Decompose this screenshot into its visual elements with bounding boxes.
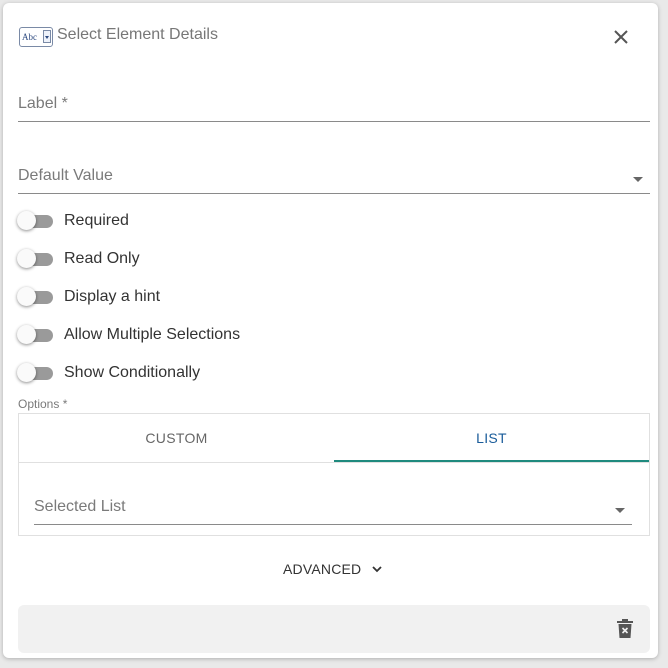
dropdown-arrow-icon xyxy=(615,508,625,513)
toggle-row-display-hint: Display a hint xyxy=(17,286,160,308)
delete-button[interactable] xyxy=(616,619,634,639)
tab-list[interactable]: LIST xyxy=(334,414,649,462)
selected-list-select[interactable]: Selected List xyxy=(34,498,632,525)
options-tabs: CUSTOM LIST xyxy=(19,414,649,463)
display-hint-toggle[interactable] xyxy=(17,287,55,307)
allow-multiple-selections-toggle[interactable] xyxy=(17,325,55,345)
read-only-toggle[interactable] xyxy=(17,249,55,269)
default-value-select[interactable]: Default Value xyxy=(18,167,650,194)
trash-icon xyxy=(617,619,633,638)
toggle-row-allow-multiple: Allow Multiple Selections xyxy=(17,324,240,346)
advanced-toggle-button[interactable]: ADVANCED xyxy=(283,559,387,579)
toggle-row-show-conditionally: Show Conditionally xyxy=(17,362,200,384)
toggle-row-read-only: Read Only xyxy=(17,248,140,270)
toggle-label: Display a hint xyxy=(64,288,161,305)
toggle-label: Required xyxy=(64,212,129,229)
close-button[interactable] xyxy=(609,25,633,49)
chevron-down-icon xyxy=(372,566,382,573)
toggle-label: Show Conditionally xyxy=(64,364,201,381)
tab-custom[interactable]: CUSTOM xyxy=(19,414,334,462)
label-field-placeholder: Label * xyxy=(18,95,68,112)
select-element-dialog: Abc Select Element Details Label * Defau… xyxy=(3,3,658,658)
options-label: Options * xyxy=(18,397,68,411)
dialog-title: Select Element Details xyxy=(57,26,218,43)
label-field[interactable]: Label * xyxy=(18,95,650,122)
advanced-label: ADVANCED xyxy=(283,561,362,577)
select-element-icon: Abc xyxy=(19,27,53,47)
active-tab-indicator xyxy=(334,460,649,462)
default-value-placeholder: Default Value xyxy=(18,167,113,184)
show-conditionally-toggle[interactable] xyxy=(17,363,55,383)
dropdown-arrow-icon xyxy=(633,177,643,182)
toggle-label: Allow Multiple Selections xyxy=(64,326,241,343)
options-panel: CUSTOM LIST Selected List xyxy=(18,413,650,536)
toggle-row-required: Required xyxy=(17,210,129,232)
close-icon xyxy=(614,30,628,44)
required-toggle[interactable] xyxy=(17,211,55,231)
selected-list-placeholder: Selected List xyxy=(34,498,126,515)
toggle-label: Read Only xyxy=(64,250,140,267)
dialog-footer xyxy=(18,605,650,653)
